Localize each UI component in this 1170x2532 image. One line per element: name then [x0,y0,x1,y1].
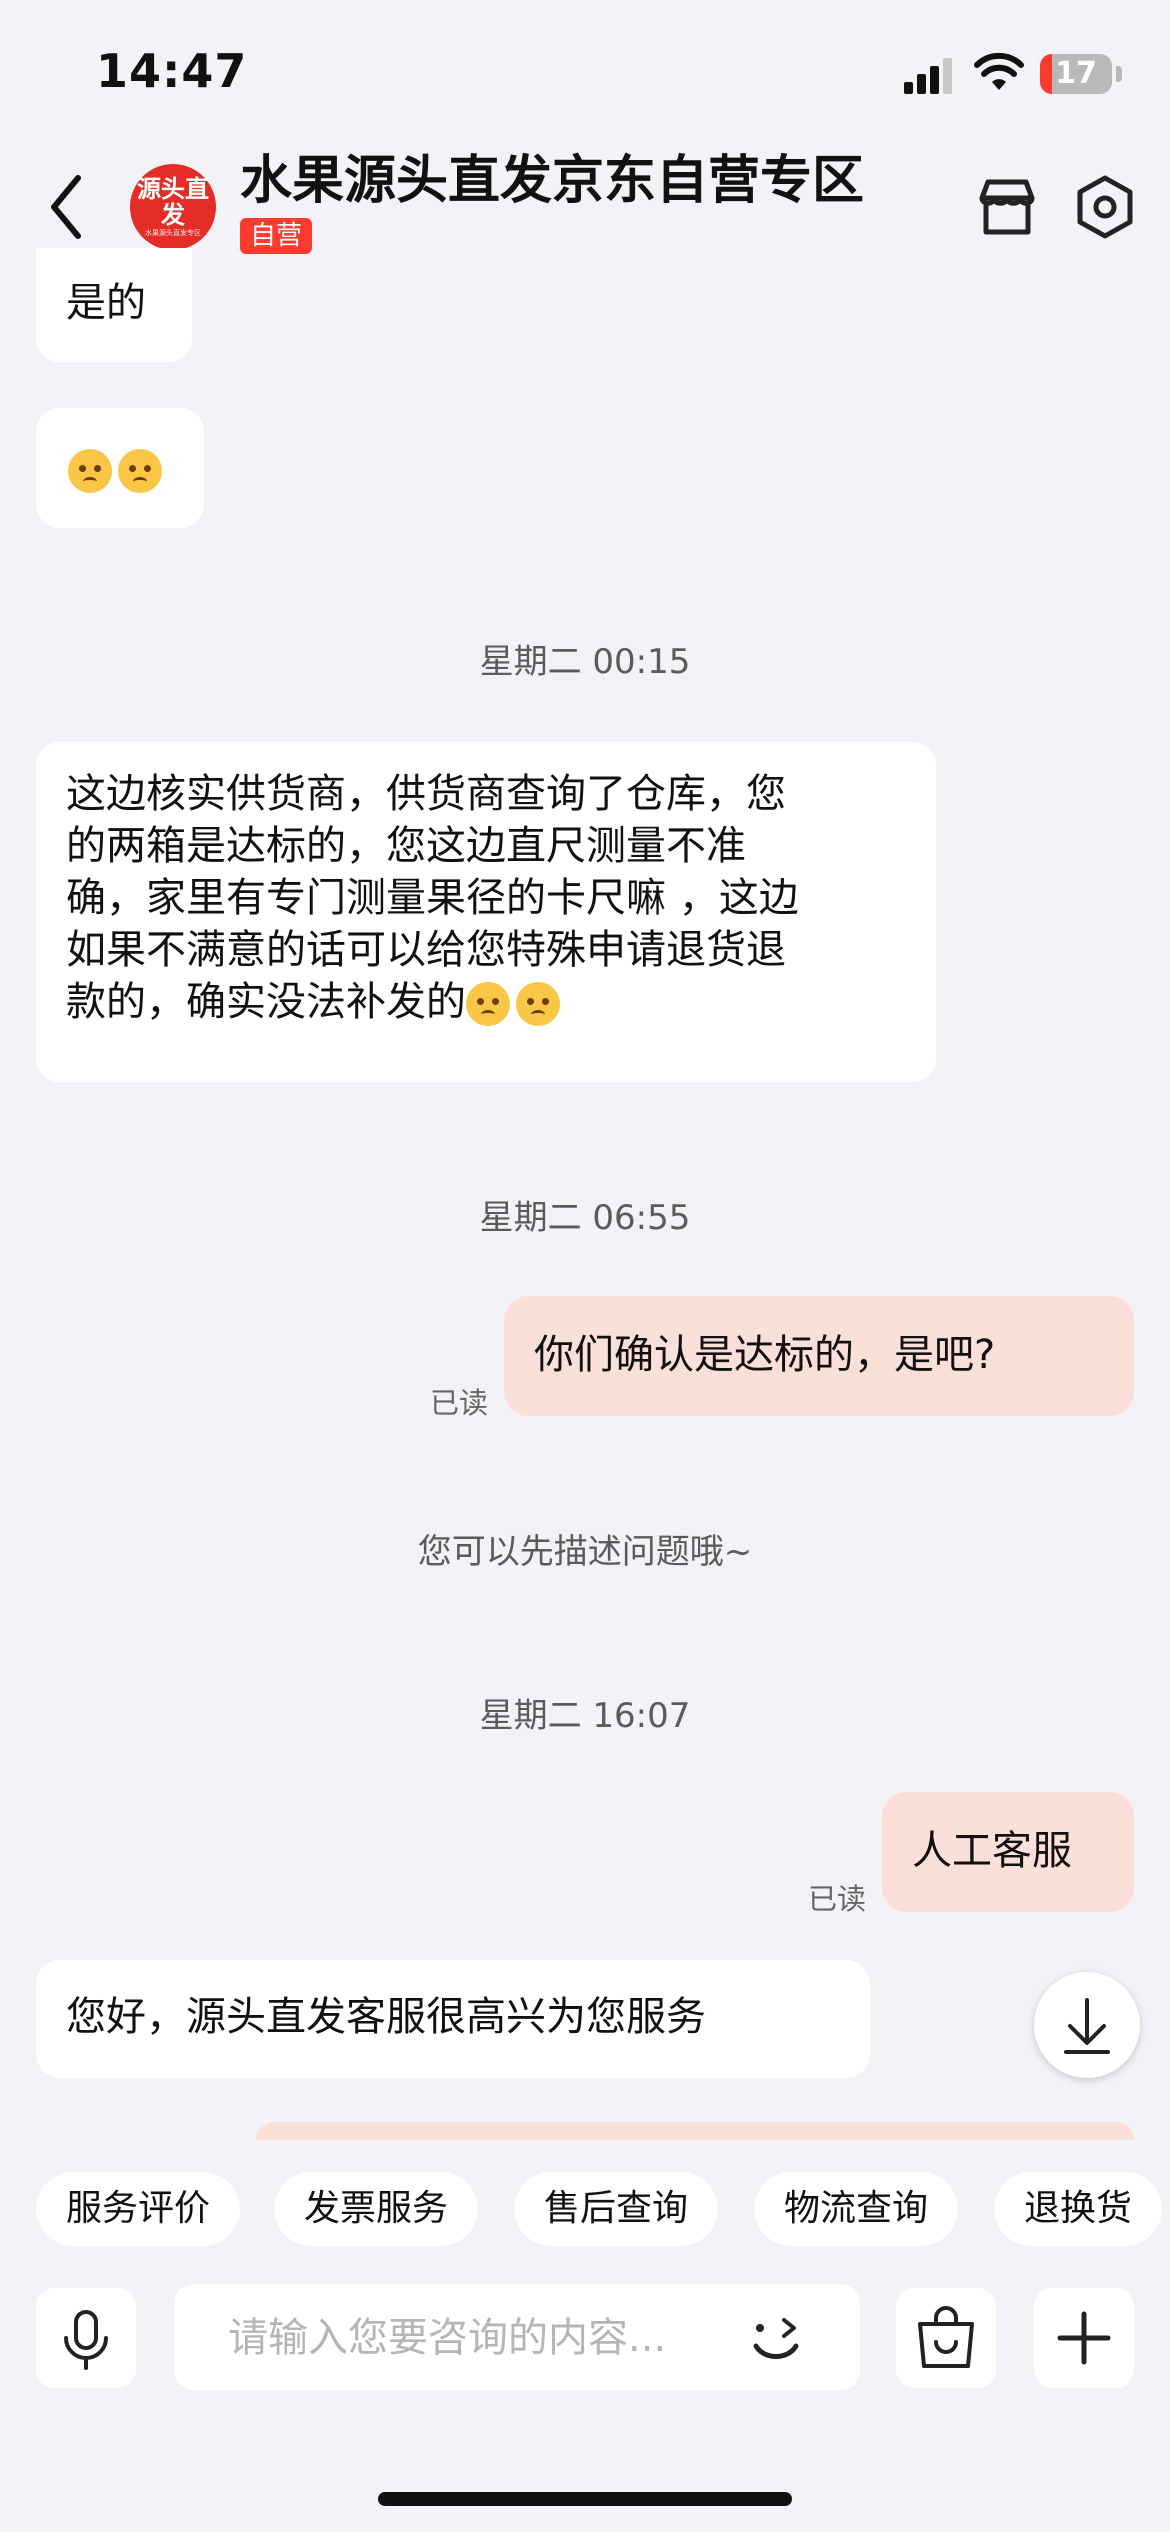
battery-icon: 17 [1040,54,1112,94]
store-icon[interactable] [972,172,1042,242]
message-line: 如果不满意的话可以给您特殊申请退货退 [66,927,786,973]
status-time: 14:47 [96,44,248,98]
cellular-signal-icon [904,58,952,94]
message-text: 人工客服 [912,1828,1072,1874]
store-avatar-text: 源头直发 [137,175,209,229]
order-bag-button[interactable] [896,2288,996,2388]
message-input[interactable] [226,2306,750,2370]
persevering-face-emoji-icon [118,449,162,493]
battery-cap [1116,66,1122,82]
pleading-face-emoji-icon [516,982,560,1026]
chip-logistics-query[interactable]: 物流查询 [754,2172,959,2246]
plus-icon [1057,2311,1111,2365]
pleading-face-emoji-icon [466,982,510,1026]
message-bubble-sent: 你们确认是达标的，是吧? [504,1296,1134,1416]
scroll-to-bottom-button[interactable] [1034,1972,1140,2078]
timestamp: 星期二 16:07 [479,1696,691,1736]
system-hint: 您可以先描述问题哦~ [417,1532,753,1572]
more-actions-button[interactable] [1034,2288,1134,2388]
read-receipt: 已读 [808,1882,867,1916]
voice-input-button[interactable] [36,2288,136,2388]
message-bubble-received-emoji [36,408,204,528]
home-indicator[interactable] [378,2492,792,2506]
message-line: 这边核实供货商，供货商查询了仓库，您 [66,771,786,817]
message-bubble-sent: 人工客服 [882,1792,1134,1912]
timestamp: 星期二 06:55 [479,1198,691,1238]
message-text: 您好，源头直发客服很高兴为您服务 [66,1994,706,2040]
self-operated-badge: 自营 [240,218,313,254]
message-bubble-received: 是的 [36,248,192,362]
chip-service-rating[interactable]: 服务评价 [36,2172,241,2246]
emoji-wink-icon[interactable] [746,2306,806,2368]
microphone-icon [64,2310,108,2370]
message-input-box[interactable] [174,2284,860,2390]
wifi-icon [974,52,1024,90]
chip-invoice-service[interactable]: 发票服务 [274,2172,479,2246]
shopping-bag-icon [918,2306,974,2368]
message-bubble-sent-partial [256,2122,1134,2140]
timestamp: 星期二 00:15 [479,642,691,682]
message-bubble-received: 您好，源头直发客服很高兴为您服务 [36,1960,870,2078]
message-line: 确，家里有专门测量果径的卡尺嘛 ，这边 [66,875,799,921]
store-avatar-subtext: 水果源头直发专区 [145,229,201,237]
pleading-face-emoji-icon [68,449,112,493]
message-line: 款的，确实没法补发的 [66,979,466,1025]
read-receipt: 已读 [430,1386,489,1420]
store-title[interactable]: 水果源头直发京东自营专区 [240,138,864,213]
message-text: 你们确认是达标的，是吧? [534,1332,996,1378]
message-bubble-received: 这边核实供货商，供货商查询了仓库，您 的两箱是达标的，您这边直尺测量不准 确，家… [36,742,936,1082]
chip-after-sales-query[interactable]: 售后查询 [514,2172,719,2246]
back-arrow-icon[interactable] [44,172,88,242]
settings-hexagon-icon[interactable] [1070,172,1140,242]
download-arrow-icon [1064,1998,1110,2054]
chip-return-exchange[interactable]: 退换货 [994,2172,1163,2246]
battery-percent: 17 [1055,56,1097,91]
store-avatar[interactable]: 源头直发 水果源头直发专区 [130,164,216,250]
message-text: 是的 [66,280,146,326]
message-line: 的两箱是达标的，您这边直尺测量不准 [66,823,746,869]
